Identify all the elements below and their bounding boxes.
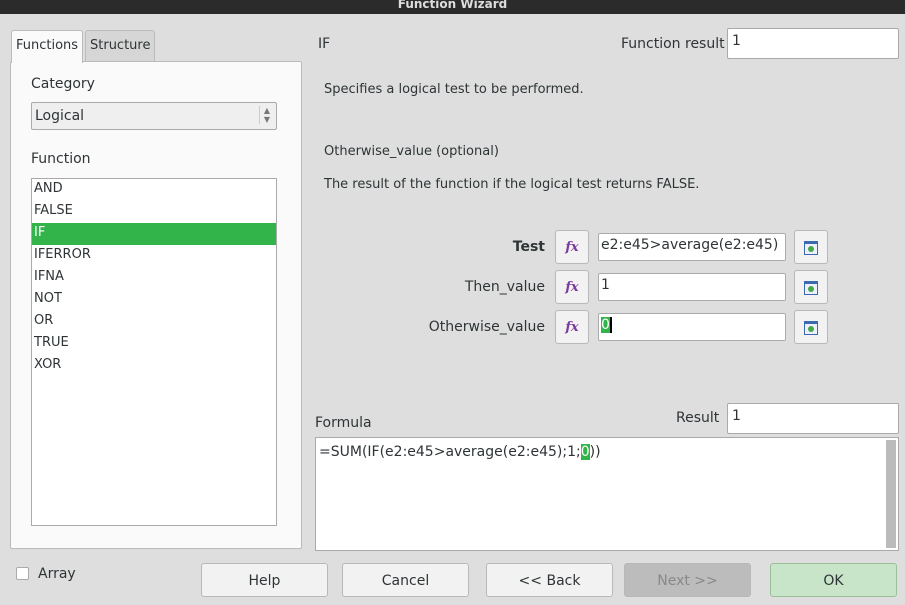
shrink-button[interactable] — [794, 310, 828, 344]
parameter-description: The result of the function if the logica… — [324, 177, 700, 192]
parameter-name: Otherwise_value (optional) — [324, 144, 499, 159]
arg-input[interactable]: 0 — [598, 313, 786, 341]
function-wizard-icon[interactable]: fx — [555, 270, 589, 304]
function-name: IF — [318, 36, 331, 52]
function-wizard-icon[interactable]: fx — [555, 230, 589, 264]
function-item[interactable]: NOT — [32, 289, 276, 311]
arg-label: Test — [512, 239, 545, 255]
function-result-field: 1 — [727, 28, 899, 59]
function-list[interactable]: AND FALSE IF IFERROR IFNA NOT OR TRUE XOR — [31, 178, 277, 526]
shrink-icon — [804, 321, 818, 335]
help-button[interactable]: Help — [201, 563, 328, 597]
function-description: Specifies a logical test to be performed… — [324, 82, 584, 97]
function-item[interactable]: FALSE — [32, 201, 276, 223]
function-item[interactable]: AND — [32, 179, 276, 201]
category-label: Category — [31, 76, 95, 92]
function-result-label: Function result — [621, 36, 725, 52]
back-button[interactable]: << Back — [486, 563, 613, 597]
function-item[interactable]: IFNA — [32, 267, 276, 289]
ok-button[interactable]: OK — [770, 563, 897, 597]
arg-input[interactable]: 1 — [598, 273, 786, 301]
result-field: 1 — [727, 403, 899, 434]
formula-text: =SUM(IF(e2:e45>average(e2:e45);1; — [319, 444, 581, 460]
array-label: Array — [38, 566, 76, 582]
function-item[interactable]: TRUE — [32, 333, 276, 355]
arg-label: Otherwise_value — [428, 319, 545, 335]
category-value: Logical — [35, 108, 85, 124]
arg-value: e2:e45>average(e2:e45) — [601, 237, 779, 253]
functions-panel: Category Logical ▲ ▼ Function AND FALSE IF I… — [10, 61, 302, 549]
shrink-icon — [804, 281, 818, 295]
window-title: Function Wizard — [397, 0, 508, 11]
formula-suffix: )) — [589, 444, 601, 460]
function-item[interactable]: IFERROR — [32, 245, 276, 267]
result-label: Result — [676, 410, 720, 426]
shrink-button[interactable] — [794, 230, 828, 264]
tab-structure[interactable]: Structure — [85, 30, 156, 62]
function-label: Function — [31, 151, 91, 167]
function-item[interactable]: XOR — [32, 355, 276, 377]
shrink-button[interactable] — [794, 270, 828, 304]
next-button[interactable]: Next >> — [624, 563, 751, 597]
spinner-icon: ▲ ▼ — [258, 106, 270, 124]
shrink-icon — [804, 241, 818, 255]
formula-highlight: 0 — [580, 444, 590, 460]
array-checkbox[interactable] — [16, 567, 29, 580]
arg-value: 1 — [601, 277, 610, 293]
function-wizard-icon[interactable]: fx — [555, 310, 589, 344]
formula-editor[interactable]: =SUM(IF(e2:e45>average(e2:e45);1;0)) — [315, 437, 899, 551]
arg-value: 0 — [601, 317, 610, 333]
cancel-button[interactable]: Cancel — [342, 563, 469, 597]
formula-scrollbar[interactable] — [886, 440, 896, 548]
formula-label: Formula — [315, 415, 372, 431]
function-item[interactable]: OR — [32, 311, 276, 333]
title-bar: Function Wizard — [0, 0, 905, 14]
arg-label: Then_value — [464, 279, 545, 295]
function-item[interactable]: IF — [32, 223, 276, 245]
tab-functions[interactable]: Functions — [11, 30, 84, 63]
category-select[interactable]: Logical ▲ ▼ — [31, 102, 277, 130]
arg-input[interactable]: e2:e45>average(e2:e45) — [598, 233, 786, 261]
